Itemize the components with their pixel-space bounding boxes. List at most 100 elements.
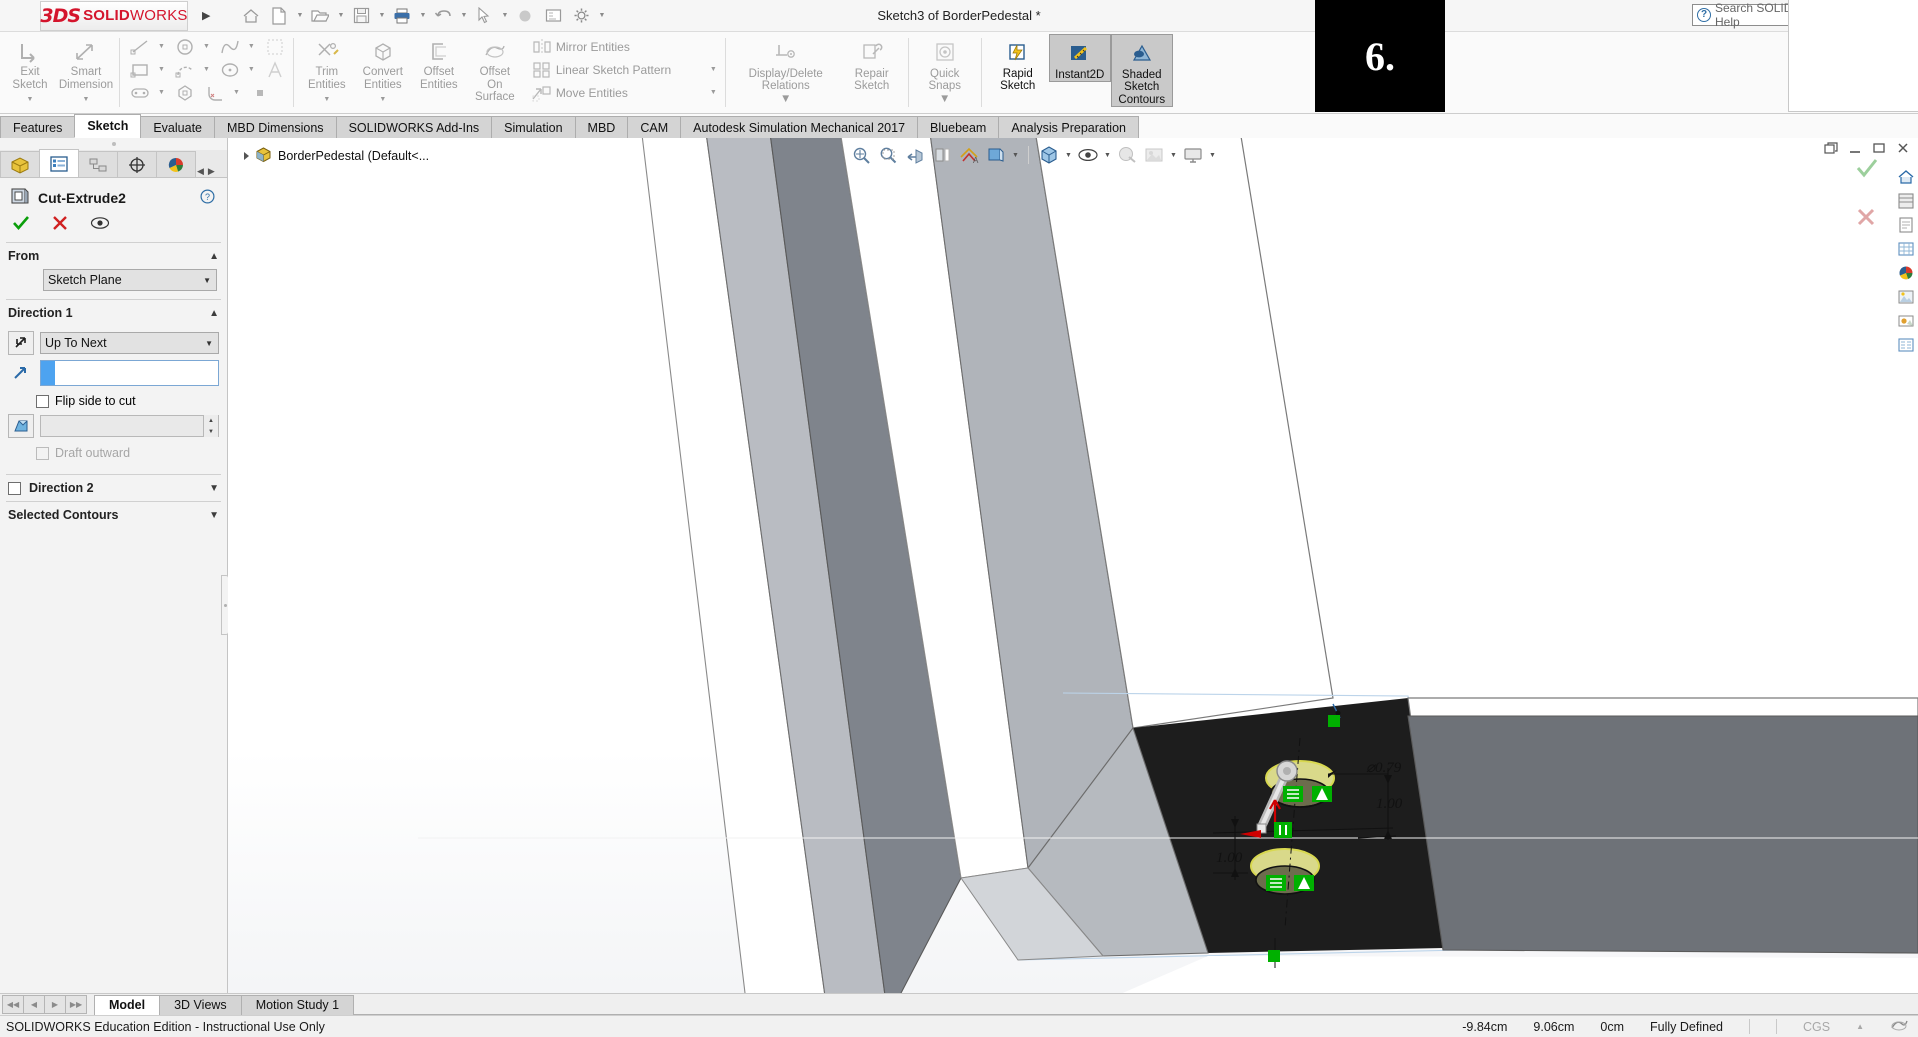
tab-autodesk-simulation-mechanical[interactable]: Autodesk Simulation Mechanical 2017 xyxy=(680,116,919,138)
fillet-tool[interactable]: ▼ xyxy=(200,82,245,104)
home-icon[interactable] xyxy=(238,3,264,29)
undo-icon[interactable] xyxy=(430,3,456,29)
expand-tree-icon[interactable] xyxy=(244,152,249,160)
apply-scene-icon[interactable] xyxy=(1141,142,1167,168)
feature-manager-tab[interactable] xyxy=(0,151,40,177)
smart-dimension-dropdown-icon[interactable]: ▼ xyxy=(83,94,90,107)
line-dropdown-icon[interactable]: ▼ xyxy=(154,43,169,50)
bottom-t ab-model[interactable]: Model xyxy=(94,994,161,1015)
confirm-check-icon[interactable] xyxy=(1856,158,1878,181)
solidworks-logo[interactable]: 3DS SOLIDWORKS xyxy=(40,0,188,31)
from-condition-select[interactable]: Sketch Plane ▼ xyxy=(43,269,217,291)
ellipse-tool[interactable]: ▼ xyxy=(215,59,260,81)
rapid-sketch-button[interactable]: Rapid Sketch xyxy=(987,34,1049,93)
horizontal-dimension-label[interactable]: 1.00 xyxy=(1216,850,1242,867)
tab-sketch[interactable]: Sketch xyxy=(74,114,142,138)
ellipse-dropdown-icon[interactable]: ▼ xyxy=(244,66,259,73)
view-settings-dropdown-icon[interactable]: ▼ xyxy=(1207,142,1218,168)
edit-appearance-icon[interactable] xyxy=(1114,142,1140,168)
appearances-icon[interactable] xyxy=(1895,262,1917,284)
view-home-icon[interactable] xyxy=(1895,166,1917,188)
scenes-icon[interactable] xyxy=(1895,286,1917,308)
decals-icon[interactable] xyxy=(1895,310,1917,332)
tab-features[interactable]: Features xyxy=(0,116,76,138)
section-header-direction-1[interactable]: Direction 1 ▲ xyxy=(0,300,227,326)
fillet-dropdown-icon[interactable]: ▼ xyxy=(229,89,244,96)
chevron-up-icon[interactable]: ▲ xyxy=(209,251,219,262)
hide-show-items-icon[interactable] xyxy=(1075,142,1101,168)
help-question-icon[interactable]: ? xyxy=(200,188,215,207)
panel-grip[interactable] xyxy=(0,138,227,150)
draft-outward-checkbox[interactable] xyxy=(36,446,49,460)
maximize-window-icon[interactable] xyxy=(1872,142,1886,157)
rectangle-tool[interactable]: ▼ xyxy=(125,59,170,81)
circle-tool[interactable]: ▼ xyxy=(170,36,215,58)
bottom-tab-motion-study[interactable]: Motion Study 1 xyxy=(240,994,355,1015)
save-dropdown-icon[interactable]: ▼ xyxy=(376,3,387,29)
spline-tool[interactable]: ▼ xyxy=(215,36,260,58)
new-document-dropdown-icon[interactable]: ▼ xyxy=(294,3,305,29)
status-units[interactable]: CGS xyxy=(1803,1020,1830,1034)
polygon-tool[interactable] xyxy=(170,82,200,104)
tab-mbd[interactable]: MBD xyxy=(574,116,629,138)
slot-dropdown-icon[interactable]: ▼ xyxy=(154,89,169,96)
display-style-icon[interactable] xyxy=(983,142,1009,168)
chevron-down-icon[interactable]: ▼ xyxy=(209,483,219,494)
file-properties-icon[interactable] xyxy=(540,3,566,29)
mirror-entities-command[interactable]: Mirror Entities xyxy=(527,36,707,58)
feature-tree-root[interactable]: BorderPedestal (Default<... xyxy=(244,146,429,166)
print-dropdown-icon[interactable]: ▼ xyxy=(417,3,428,29)
linear-sketch-pattern-command[interactable]: Linear Sketch Pattern ▼ xyxy=(527,59,722,81)
draft-on-off-button[interactable] xyxy=(8,414,34,438)
undo-dropdown-icon[interactable]: ▼ xyxy=(458,3,469,29)
tab-mbd-dimensions[interactable]: MBD Dimensions xyxy=(214,116,337,138)
cancel-button[interactable] xyxy=(52,215,68,234)
select-dropdown-icon[interactable]: ▼ xyxy=(499,3,510,29)
select-cursor-icon[interactable] xyxy=(471,3,497,29)
tab-analysis-preparation[interactable]: Analysis Preparation xyxy=(998,116,1139,138)
next-tab-button[interactable]: ▶ xyxy=(44,995,66,1014)
zoom-to-area-icon[interactable] xyxy=(875,142,901,168)
direction-2-checkbox[interactable] xyxy=(8,481,21,495)
repair-sketch-button[interactable]: Repair Sketch xyxy=(841,34,903,93)
view-orientation-icon[interactable]: A xyxy=(956,142,982,168)
circle-dropdown-icon[interactable]: ▼ xyxy=(199,43,214,50)
display-delete-relations-button[interactable]: Display/Delete Relations ▼ xyxy=(731,34,841,105)
tab-solidworks-add-ins[interactable]: SOLIDWORKS Add-Ins xyxy=(335,116,493,138)
hide-show-dropdown-icon[interactable]: ▼ xyxy=(1102,142,1113,168)
section-header-from[interactable]: From ▲ xyxy=(0,243,227,269)
shaded-sketch-contours-button[interactable]: Shaded Sketch Contours xyxy=(1110,34,1173,107)
restore-window-icon[interactable] xyxy=(1824,142,1838,157)
preview-button[interactable] xyxy=(90,216,110,233)
accept-button[interactable] xyxy=(12,215,30,234)
trim-dropdown-icon[interactable]: ▼ xyxy=(323,94,330,107)
scene-dropdown-icon[interactable]: ▼ xyxy=(1168,142,1179,168)
relations-dropdown-icon[interactable]: ▼ xyxy=(780,93,791,106)
chevron-up-icon[interactable]: ▲ xyxy=(209,308,219,319)
vertical-dimension-label[interactable]: 1.00 xyxy=(1376,796,1402,813)
move-entities-dropdown-icon[interactable]: ▼ xyxy=(706,89,721,96)
notes-icon[interactable] xyxy=(1895,214,1917,236)
table-icon[interactable] xyxy=(1895,238,1917,260)
flip-side-to-cut-checkbox[interactable] xyxy=(36,394,49,408)
tab-scroll-left-icon[interactable]: ◀ xyxy=(197,166,204,177)
new-document-icon[interactable] xyxy=(266,3,292,29)
line-tool[interactable]: ▼ xyxy=(125,36,170,58)
direction-reference-field[interactable] xyxy=(40,360,219,386)
smart-dimension-button[interactable]: Smart Dimension ▼ xyxy=(58,34,114,107)
chevron-down-icon[interactable]: ▼ xyxy=(203,276,211,285)
tab-evaluate[interactable]: Evaluate xyxy=(140,116,215,138)
previous-view-icon[interactable] xyxy=(902,142,928,168)
property-manager-tab[interactable] xyxy=(39,149,79,177)
open-dropdown-icon[interactable]: ▼ xyxy=(335,3,346,29)
section-header-direction-2[interactable]: Direction 2 ▼ xyxy=(0,475,227,501)
spline-dropdown-icon[interactable]: ▼ xyxy=(244,43,259,50)
instant-2d-button[interactable]: Instant2D xyxy=(1048,34,1111,82)
draft-outward-row[interactable]: Draft outward xyxy=(36,446,219,460)
trim-entities-button[interactable]: Trim Entities ▼ xyxy=(299,34,355,107)
minimize-window-icon[interactable] xyxy=(1848,142,1862,157)
tab-scroll-right-icon[interactable]: ▶ xyxy=(208,166,215,177)
graphics-viewport[interactable]: ⌀0.79 1.00 1.00 Y Z X BorderPedestal (De… xyxy=(228,138,1918,1012)
reverse-direction-button[interactable] xyxy=(8,331,34,355)
last-tab-button[interactable]: ▶▶ xyxy=(65,995,87,1014)
